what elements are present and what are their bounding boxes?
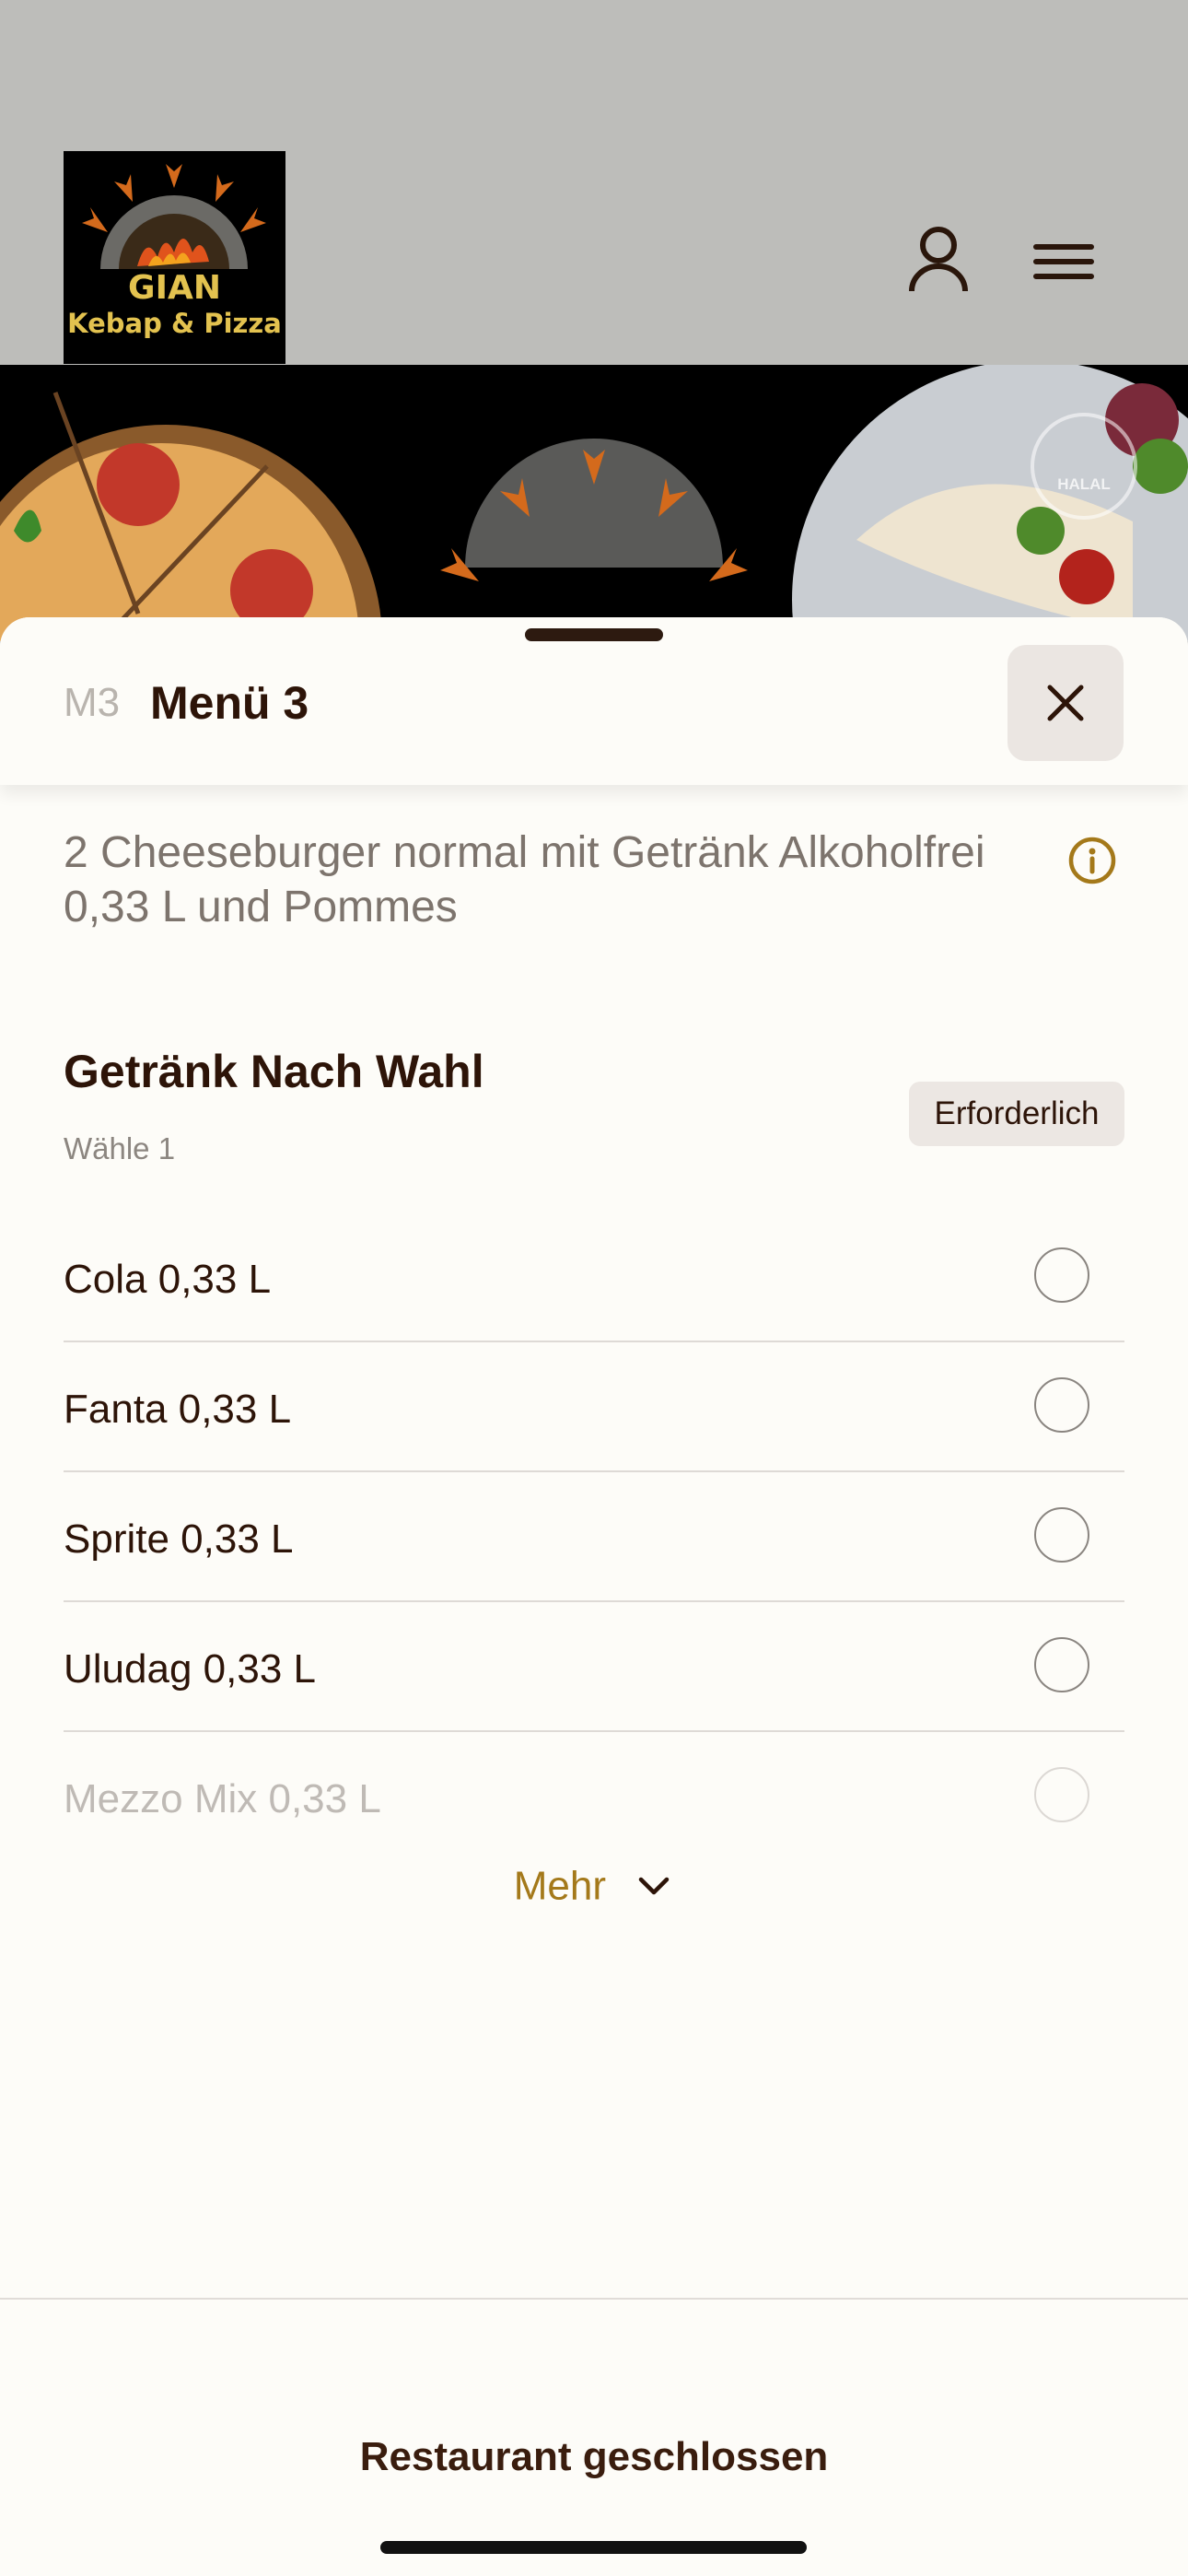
option-radio[interactable] — [1034, 1637, 1089, 1692]
option-label: Uludag 0,33 L — [64, 1646, 316, 1692]
halal-badge: HALAL — [1057, 475, 1111, 493]
logo-line1: GIAN — [128, 269, 221, 307]
option-row-mezzo-mix[interactable]: Mezzo Mix 0,33 L — [64, 1732, 1124, 1862]
option-group-title: Getränk Nach Wahl — [64, 1046, 484, 1097]
sheet-grabber[interactable] — [525, 628, 663, 641]
item-code: M3 — [64, 680, 121, 725]
home-indicator — [380, 2541, 807, 2554]
sun-flame-icon — [82, 164, 266, 269]
option-label: Sprite 0,33 L — [64, 1516, 294, 1562]
sheet-header: M3 Menü 3 — [0, 617, 1188, 785]
item-detail-sheet: M3 Menü 3 2 Cheeseburger normal mit Getr… — [0, 617, 1188, 2576]
info-button[interactable] — [1066, 835, 1118, 891]
hero-banner: HALAL — [0, 365, 1188, 641]
option-radio[interactable] — [1034, 1377, 1089, 1433]
required-badge: Erforderlich — [909, 1082, 1124, 1146]
option-radio[interactable] — [1034, 1507, 1089, 1563]
option-row-cola[interactable]: Cola 0,33 L — [64, 1212, 1124, 1342]
menu-button[interactable] — [1022, 217, 1105, 300]
show-more-button[interactable]: Mehr — [0, 1861, 1188, 1909]
option-label: Fanta 0,33 L — [64, 1387, 292, 1432]
person-icon — [909, 227, 968, 292]
info-icon — [1068, 837, 1116, 884]
account-button[interactable] — [897, 217, 980, 300]
option-radio[interactable] — [1034, 1247, 1089, 1303]
option-group-subtitle: Wähle 1 — [64, 1131, 176, 1165]
close-icon — [1047, 685, 1084, 721]
option-label: Mezzo Mix 0,33 L — [64, 1776, 381, 1821]
option-radio[interactable] — [1034, 1767, 1089, 1822]
item-description: 2 Cheeseburger normal mit Getränk Alkoho… — [64, 828, 985, 931]
option-label: Cola 0,33 L — [64, 1257, 272, 1302]
food-banner-image — [0, 365, 1188, 641]
footer-divider — [0, 2298, 1188, 2300]
item-title: Menü 3 — [150, 677, 309, 729]
option-row-sprite[interactable]: Sprite 0,33 L — [64, 1472, 1124, 1602]
show-more-label: Mehr — [513, 1863, 606, 1909]
restaurant-logo[interactable]: GIAN Kebap & Pizza — [64, 151, 285, 364]
option-row-fanta[interactable]: Fanta 0,33 L — [64, 1342, 1124, 1472]
close-button[interactable] — [1007, 645, 1124, 761]
restaurant-status: Restaurant geschlossen — [359, 2434, 829, 2479]
hamburger-icon — [1033, 244, 1094, 279]
chevron-down-icon — [638, 1878, 670, 1895]
logo-line2: Kebap & Pizza — [67, 308, 282, 339]
option-row-uludag[interactable]: Uludag 0,33 L — [64, 1602, 1124, 1732]
